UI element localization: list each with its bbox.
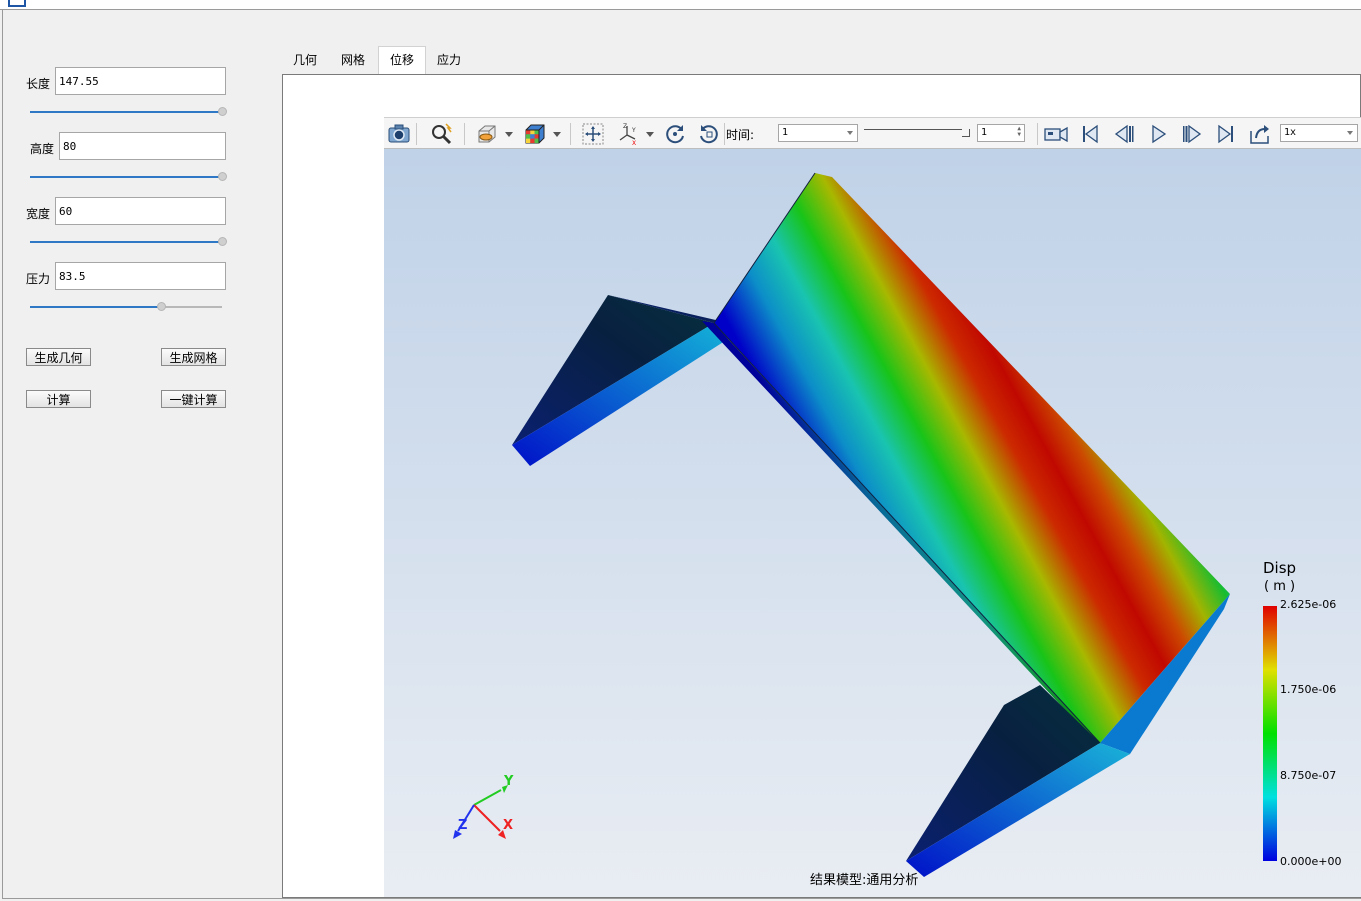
camera-icon[interactable] [387,122,411,146]
first-frame-icon[interactable] [1078,122,1102,146]
speed-select[interactable]: 1x [1280,124,1358,142]
reset-view-icon[interactable] [697,122,721,146]
length-slider[interactable] [30,106,227,118]
last-frame-icon[interactable] [1214,122,1238,146]
play-icon[interactable] [1146,122,1170,146]
spin-arrows-icon[interactable]: ▲ ▼ [1017,126,1021,138]
time-select-value: 1 [782,127,789,138]
app-icon [8,0,26,7]
legend-tick-min: 0.000e+00 [1280,855,1341,868]
prev-frame-icon[interactable] [1112,122,1136,146]
height-label: 高度 [30,142,55,156]
title-bar [0,0,1361,10]
speed-select-value: 1x [1284,127,1297,138]
record-icon[interactable] [1044,122,1068,146]
legend-tick-2: 1.750e-06 [1280,683,1336,696]
legend-tick-3: 8.750e-07 [1280,769,1336,782]
viewport-3d[interactable]: Y X Z Disp ( m ) 2.625e-06 1.750e-06 8.7… [384,149,1361,897]
width-input[interactable] [55,197,226,225]
legend-tick-max: 2.625e-06 [1280,598,1336,611]
time-select[interactable]: 1 [778,124,858,142]
model-caption: 结果模型:通用分析 [810,873,918,888]
legend-title: Disp [1263,559,1296,577]
length-input[interactable] [55,67,226,95]
zoom-icon[interactable] [429,122,453,146]
tab-geometry[interactable]: 几何 [282,47,328,74]
legend-color-bar [1263,606,1277,861]
legend-unit: ( m ) [1264,579,1295,594]
rotate-icon[interactable] [663,122,687,146]
tab-stress[interactable]: 应力 [426,47,472,74]
height-slider-handle[interactable] [218,172,227,181]
display-mode-icon[interactable] [475,122,499,146]
time-label: 时间: [726,128,755,142]
pressure-slider[interactable] [30,301,222,313]
height-input[interactable] [59,132,226,160]
length-slider-handle[interactable] [218,107,227,116]
export-icon[interactable] [1248,122,1272,146]
axes-dropdown-icon[interactable] [646,132,654,137]
colormap-icon[interactable] [523,122,547,146]
compute-button[interactable]: 计算 [26,390,91,408]
pressure-input[interactable] [55,262,226,290]
width-slider[interactable] [30,236,227,248]
fit-view-icon[interactable] [581,122,605,146]
display-mode-dropdown-icon[interactable] [505,132,513,137]
svg-text:Z: Z [623,123,627,130]
time-slider[interactable] [864,124,970,140]
colormap-dropdown-icon[interactable] [553,132,561,137]
height-slider[interactable] [30,171,227,183]
width-slider-handle[interactable] [218,237,227,246]
width-label: 宽度 [26,207,51,221]
axis-y-label: Y [503,774,514,789]
tab-displacement[interactable]: 位移 [378,46,426,75]
svg-text:X: X [632,140,636,146]
step-spinbox-value: 1 [981,127,988,138]
generate-mesh-button[interactable]: 生成网格 [161,348,226,366]
generate-geometry-button[interactable]: 生成几何 [26,348,91,366]
axis-x-label: X [503,818,513,833]
axis-z-label: Z [458,818,467,833]
svg-text:Y: Y [631,127,636,134]
next-frame-icon[interactable] [1180,122,1204,146]
length-label: 长度 [26,77,51,91]
step-spinbox[interactable]: 1 ▲ ▼ [977,124,1025,142]
viewer-toolbar: Z Y X 时间: 1 1 ▲ ▼ 1x [384,117,1361,149]
pressure-label: 压力 [26,272,51,286]
one-click-compute-button[interactable]: 一键计算 [161,390,226,408]
axes-icon[interactable]: Z Y X [617,122,641,146]
tab-mesh[interactable]: 网格 [330,47,376,74]
pressure-slider-handle[interactable] [156,302,166,311]
